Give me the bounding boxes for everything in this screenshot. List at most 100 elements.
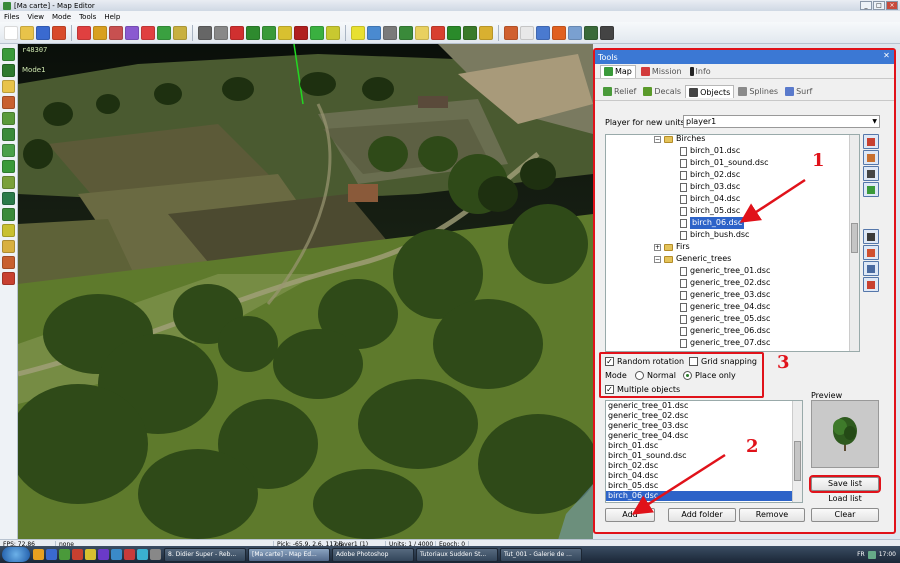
random-rotation-option[interactable]: ✓ Random rotation — [605, 357, 684, 366]
quick-launch-icon[interactable] — [59, 549, 70, 560]
grid-snapping-checkbox[interactable] — [689, 357, 698, 366]
toolbar-tool-icon[interactable] — [52, 25, 66, 40]
toolbar-tool-icon[interactable] — [479, 25, 493, 40]
tree-file[interactable]: generic_tree_02.dsc — [680, 277, 770, 289]
toolbar-tool-icon[interactable] — [4, 25, 18, 40]
side-tool-icon[interactable] — [2, 224, 15, 237]
tab-mission[interactable]: Mission — [638, 65, 685, 78]
side-tool-icon[interactable] — [2, 192, 15, 205]
list-scroll-thumb[interactable] — [794, 441, 801, 481]
toolbar-tool-icon[interactable] — [415, 25, 429, 40]
tree-scroll-thumb[interactable] — [851, 223, 858, 253]
mode-place-only-option[interactable]: Place only — [683, 371, 736, 380]
tree-folder[interactable]: + Firs — [654, 241, 690, 253]
tree-expander-icon[interactable]: − — [654, 135, 661, 143]
tab-relief[interactable]: Relief — [600, 85, 639, 98]
toolbar-tool-icon[interactable] — [246, 25, 260, 40]
side-tool-icon[interactable] — [2, 176, 15, 189]
terrain-view[interactable] — [18, 44, 593, 540]
list-item[interactable]: birch_06.dsc — [606, 491, 802, 501]
toolbar-tool-icon[interactable] — [431, 25, 445, 40]
toolbar-tool-icon[interactable] — [109, 25, 123, 40]
multiple-objects-checkbox[interactable]: ✓ — [605, 385, 614, 394]
toolbar-tool-icon[interactable] — [383, 25, 397, 40]
side-tool-icon[interactable] — [2, 80, 15, 93]
object-type-icon[interactable] — [863, 134, 879, 149]
player-select[interactable]: player1 ▼ — [683, 115, 880, 128]
side-tool-icon[interactable] — [2, 256, 15, 269]
toolbar-tool-icon[interactable] — [77, 25, 91, 40]
object-type-icon[interactable] — [863, 182, 879, 197]
object-type-icon[interactable] — [863, 277, 879, 292]
side-tool-icon[interactable] — [2, 64, 15, 77]
tree-file[interactable]: birch_bush.dsc — [680, 229, 749, 241]
tree-file[interactable]: birch_05.dsc — [680, 205, 740, 217]
mode-place-only-radio[interactable] — [683, 371, 692, 380]
tree-file[interactable]: birch_06.dsc — [680, 217, 745, 229]
quick-launch-icon[interactable] — [137, 549, 148, 560]
grid-snapping-option[interactable]: Grid snapping — [689, 357, 757, 366]
tree-folder[interactable]: − Birches — [654, 135, 705, 145]
quick-launch-icon[interactable] — [98, 549, 109, 560]
menu-help[interactable]: Help — [104, 13, 120, 21]
list-item[interactable]: birch_01.dsc — [606, 441, 802, 451]
toolbar-tool-icon[interactable] — [173, 25, 187, 40]
tree-file[interactable]: generic_tree_06.dsc — [680, 325, 770, 337]
tree-expander-icon[interactable]: − — [654, 255, 661, 263]
task-photoshop[interactable]: Adobe Photoshop — [332, 547, 414, 562]
object-list[interactable]: generic_tree_01.dsc generic_tree_02.dsc ge… — [605, 400, 803, 503]
list-scrollbar[interactable] — [792, 401, 802, 502]
start-button[interactable] — [2, 547, 30, 562]
quick-launch-icon[interactable] — [111, 549, 122, 560]
quick-launch-icon[interactable] — [33, 549, 44, 560]
side-tool-icon[interactable] — [2, 272, 15, 285]
side-tool-icon[interactable] — [2, 96, 15, 109]
toolbar-tool-icon[interactable] — [463, 25, 477, 40]
toolbar-tool-icon[interactable] — [552, 25, 566, 40]
toolbar-tool-icon[interactable] — [278, 25, 292, 40]
add-folder-button[interactable]: Add folder — [668, 508, 736, 522]
toolbar-tool-icon[interactable] — [600, 25, 614, 40]
side-tool-icon[interactable] — [2, 160, 15, 173]
toolbar-tool-icon[interactable] — [399, 25, 413, 40]
list-item[interactable]: birch_01_sound.dsc — [606, 451, 802, 461]
remove-button[interactable]: Remove — [739, 508, 805, 522]
close-window-button[interactable]: × — [886, 1, 898, 10]
tree-file[interactable]: birch_02.dsc — [680, 169, 740, 181]
toolbar-tool-icon[interactable] — [93, 25, 107, 40]
toolbar-tool-icon[interactable] — [326, 25, 340, 40]
task-tutoriaux[interactable]: Tutoriaux Sudden St... — [416, 547, 498, 562]
add-button[interactable]: Add — [605, 508, 655, 522]
toolbar-tool-icon[interactable] — [367, 25, 381, 40]
side-tool-icon[interactable] — [2, 208, 15, 221]
tree-folder[interactable]: − Generic_trees — [654, 253, 731, 265]
toolbar-tool-icon[interactable] — [20, 25, 34, 40]
multiple-objects-option[interactable]: ✓ Multiple objects — [605, 385, 680, 394]
quick-launch-icon[interactable] — [72, 549, 83, 560]
random-rotation-checkbox[interactable]: ✓ — [605, 357, 614, 366]
mode-normal-option[interactable]: Normal — [635, 371, 676, 380]
task-galerie[interactable]: Tut_001 - Galerie de ... — [500, 547, 582, 562]
tree-file[interactable]: generic_tree_01.dsc — [680, 265, 770, 277]
tab-splines[interactable]: Splines — [735, 85, 781, 98]
task-music[interactable]: 8. Didier Super - Reb... — [164, 547, 246, 562]
toolbar-tool-icon[interactable] — [198, 25, 212, 40]
side-tool-icon[interactable] — [2, 128, 15, 141]
toolbar-tool-icon[interactable] — [447, 25, 461, 40]
object-type-icon[interactable] — [863, 150, 879, 165]
toolbar-tool-icon[interactable] — [310, 25, 324, 40]
toolbar-tool-icon[interactable] — [294, 25, 308, 40]
toolbar-tool-icon[interactable] — [351, 25, 365, 40]
tree-file[interactable]: birch_01_sound.dsc — [680, 157, 769, 169]
list-item[interactable]: birch_02.dsc — [606, 461, 802, 471]
quick-launch-icon[interactable] — [150, 549, 161, 560]
list-item[interactable]: generic_tree_01.dsc — [606, 401, 802, 411]
tab-info[interactable]: Info — [687, 65, 714, 78]
tree-scrollbar[interactable] — [849, 135, 859, 351]
quick-launch-icon[interactable] — [124, 549, 135, 560]
list-item[interactable]: birch_04.dsc — [606, 471, 802, 481]
toolbar-tool-icon[interactable] — [504, 25, 518, 40]
tab-map[interactable]: Map — [600, 64, 636, 78]
language-indicator[interactable]: FR — [857, 551, 865, 558]
side-tool-icon[interactable] — [2, 240, 15, 253]
